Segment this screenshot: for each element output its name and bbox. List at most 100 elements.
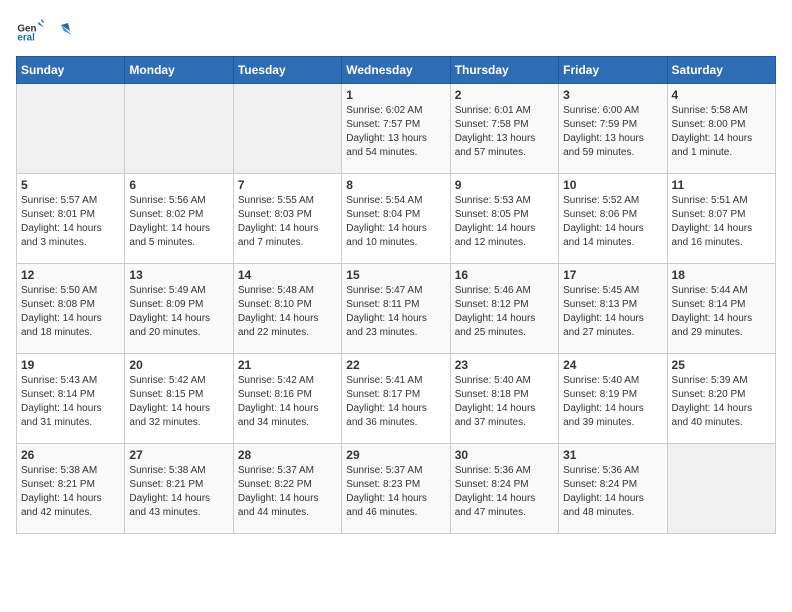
day-number: 6 — [129, 178, 228, 192]
sunrise-label: Sunrise: 5:41 AM — [346, 375, 422, 386]
daylight-label: Daylight: 14 hours and 32 minutes. — [129, 403, 210, 428]
calendar-cell: 19 Sunrise: 5:43 AM Sunset: 8:14 PM Dayl… — [17, 354, 125, 444]
calendar-cell: 27 Sunrise: 5:38 AM Sunset: 8:21 PM Dayl… — [125, 444, 233, 534]
cell-content: Sunrise: 5:57 AM Sunset: 8:01 PM Dayligh… — [21, 194, 120, 250]
calendar-week-row: 12 Sunrise: 5:50 AM Sunset: 8:08 PM Dayl… — [17, 264, 776, 354]
sunset-label: Sunset: 8:15 PM — [129, 389, 203, 400]
sunset-label: Sunset: 8:09 PM — [129, 299, 203, 310]
weekday-header: Thursday — [450, 57, 558, 84]
sunrise-label: Sunrise: 5:37 AM — [346, 465, 422, 476]
calendar-cell: 22 Sunrise: 5:41 AM Sunset: 8:17 PM Dayl… — [342, 354, 450, 444]
calendar-cell: 2 Sunrise: 6:01 AM Sunset: 7:58 PM Dayli… — [450, 84, 558, 174]
calendar-cell: 24 Sunrise: 5:40 AM Sunset: 8:19 PM Dayl… — [559, 354, 667, 444]
day-number: 17 — [563, 268, 662, 282]
sunset-label: Sunset: 8:24 PM — [455, 479, 529, 490]
cell-content: Sunrise: 5:54 AM Sunset: 8:04 PM Dayligh… — [346, 194, 445, 250]
weekday-header: Saturday — [667, 57, 775, 84]
sunset-label: Sunset: 8:11 PM — [346, 299, 419, 310]
sunrise-label: Sunrise: 5:42 AM — [129, 375, 205, 386]
sunset-label: Sunset: 8:02 PM — [129, 209, 203, 220]
cell-content: Sunrise: 5:55 AM Sunset: 8:03 PM Dayligh… — [238, 194, 337, 250]
calendar-cell: 29 Sunrise: 5:37 AM Sunset: 8:23 PM Dayl… — [342, 444, 450, 534]
sunset-label: Sunset: 8:18 PM — [455, 389, 529, 400]
calendar-week-row: 1 Sunrise: 6:02 AM Sunset: 7:57 PM Dayli… — [17, 84, 776, 174]
daylight-label: Daylight: 14 hours and 1 minute. — [672, 133, 753, 158]
svg-text:eral: eral — [17, 33, 35, 44]
calendar-cell: 21 Sunrise: 5:42 AM Sunset: 8:16 PM Dayl… — [233, 354, 341, 444]
day-number: 14 — [238, 268, 337, 282]
cell-content: Sunrise: 5:39 AM Sunset: 8:20 PM Dayligh… — [672, 374, 771, 430]
sunset-label: Sunset: 8:22 PM — [238, 479, 312, 490]
calendar-cell: 23 Sunrise: 5:40 AM Sunset: 8:18 PM Dayl… — [450, 354, 558, 444]
daylight-label: Daylight: 14 hours and 48 minutes. — [563, 493, 644, 518]
daylight-label: Daylight: 14 hours and 14 minutes. — [563, 223, 644, 248]
calendar-cell: 31 Sunrise: 5:36 AM Sunset: 8:24 PM Dayl… — [559, 444, 667, 534]
daylight-label: Daylight: 14 hours and 27 minutes. — [563, 313, 644, 338]
sunset-label: Sunset: 8:03 PM — [238, 209, 312, 220]
cell-content: Sunrise: 5:38 AM Sunset: 8:21 PM Dayligh… — [129, 464, 228, 520]
sunset-label: Sunset: 8:24 PM — [563, 479, 637, 490]
daylight-label: Daylight: 14 hours and 3 minutes. — [21, 223, 102, 248]
sunrise-label: Sunrise: 5:36 AM — [455, 465, 531, 476]
cell-content: Sunrise: 6:00 AM Sunset: 7:59 PM Dayligh… — [563, 104, 662, 160]
day-number: 23 — [455, 358, 554, 372]
calendar-cell: 4 Sunrise: 5:58 AM Sunset: 8:00 PM Dayli… — [667, 84, 775, 174]
cell-content: Sunrise: 5:58 AM Sunset: 8:00 PM Dayligh… — [672, 104, 771, 160]
sunset-label: Sunset: 8:12 PM — [455, 299, 529, 310]
cell-content: Sunrise: 5:48 AM Sunset: 8:10 PM Dayligh… — [238, 284, 337, 340]
day-number: 19 — [21, 358, 120, 372]
calendar-body: 1 Sunrise: 6:02 AM Sunset: 7:57 PM Dayli… — [17, 84, 776, 534]
sunset-label: Sunset: 8:04 PM — [346, 209, 420, 220]
day-number: 1 — [346, 88, 445, 102]
day-number: 8 — [346, 178, 445, 192]
calendar-cell: 5 Sunrise: 5:57 AM Sunset: 8:01 PM Dayli… — [17, 174, 125, 264]
weekday-header: Sunday — [17, 57, 125, 84]
day-number: 26 — [21, 448, 120, 462]
day-number: 5 — [21, 178, 120, 192]
sunset-label: Sunset: 8:21 PM — [21, 479, 95, 490]
daylight-label: Daylight: 13 hours and 54 minutes. — [346, 133, 427, 158]
cell-content: Sunrise: 5:45 AM Sunset: 8:13 PM Dayligh… — [563, 284, 662, 340]
calendar-cell: 20 Sunrise: 5:42 AM Sunset: 8:15 PM Dayl… — [125, 354, 233, 444]
day-number: 12 — [21, 268, 120, 282]
calendar-cell: 9 Sunrise: 5:53 AM Sunset: 8:05 PM Dayli… — [450, 174, 558, 264]
calendar-week-row: 5 Sunrise: 5:57 AM Sunset: 8:01 PM Dayli… — [17, 174, 776, 264]
calendar-cell — [125, 84, 233, 174]
day-number: 18 — [672, 268, 771, 282]
day-number: 3 — [563, 88, 662, 102]
day-number: 30 — [455, 448, 554, 462]
sunrise-label: Sunrise: 5:51 AM — [672, 195, 748, 206]
calendar-cell: 6 Sunrise: 5:56 AM Sunset: 8:02 PM Dayli… — [125, 174, 233, 264]
daylight-label: Daylight: 14 hours and 31 minutes. — [21, 403, 102, 428]
sunset-label: Sunset: 8:16 PM — [238, 389, 312, 400]
cell-content: Sunrise: 5:37 AM Sunset: 8:22 PM Dayligh… — [238, 464, 337, 520]
cell-content: Sunrise: 5:49 AM Sunset: 8:09 PM Dayligh… — [129, 284, 228, 340]
day-number: 24 — [563, 358, 662, 372]
sunrise-label: Sunrise: 5:36 AM — [563, 465, 639, 476]
sunset-label: Sunset: 8:20 PM — [672, 389, 746, 400]
calendar-cell — [233, 84, 341, 174]
calendar-cell: 12 Sunrise: 5:50 AM Sunset: 8:08 PM Dayl… — [17, 264, 125, 354]
calendar-cell: 25 Sunrise: 5:39 AM Sunset: 8:20 PM Dayl… — [667, 354, 775, 444]
daylight-label: Daylight: 14 hours and 7 minutes. — [238, 223, 319, 248]
calendar-cell: 26 Sunrise: 5:38 AM Sunset: 8:21 PM Dayl… — [17, 444, 125, 534]
weekday-header: Wednesday — [342, 57, 450, 84]
sunset-label: Sunset: 8:10 PM — [238, 299, 312, 310]
calendar-week-row: 19 Sunrise: 5:43 AM Sunset: 8:14 PM Dayl… — [17, 354, 776, 444]
sunrise-label: Sunrise: 5:44 AM — [672, 285, 748, 296]
day-number: 9 — [455, 178, 554, 192]
calendar-cell: 10 Sunrise: 5:52 AM Sunset: 8:06 PM Dayl… — [559, 174, 667, 264]
sunrise-label: Sunrise: 6:00 AM — [563, 105, 639, 116]
calendar-cell: 30 Sunrise: 5:36 AM Sunset: 8:24 PM Dayl… — [450, 444, 558, 534]
cell-content: Sunrise: 6:01 AM Sunset: 7:58 PM Dayligh… — [455, 104, 554, 160]
cell-content: Sunrise: 5:41 AM Sunset: 8:17 PM Dayligh… — [346, 374, 445, 430]
weekday-header: Friday — [559, 57, 667, 84]
sunrise-label: Sunrise: 5:55 AM — [238, 195, 314, 206]
day-number: 28 — [238, 448, 337, 462]
sunrise-label: Sunrise: 5:37 AM — [238, 465, 314, 476]
sunset-label: Sunset: 8:17 PM — [346, 389, 420, 400]
day-number: 11 — [672, 178, 771, 192]
calendar-cell — [17, 84, 125, 174]
cell-content: Sunrise: 5:52 AM Sunset: 8:06 PM Dayligh… — [563, 194, 662, 250]
calendar-cell: 18 Sunrise: 5:44 AM Sunset: 8:14 PM Dayl… — [667, 264, 775, 354]
